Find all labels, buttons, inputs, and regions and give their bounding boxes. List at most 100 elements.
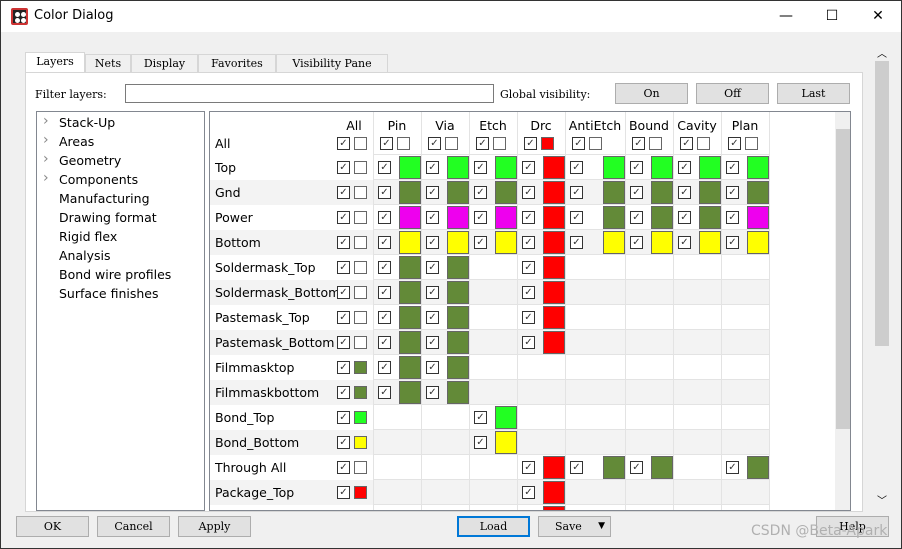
pin-color-swatch[interactable] [399,206,421,229]
bound-checkbox[interactable]: ✓ [630,186,643,199]
drc-checkbox[interactable]: ✓ [522,286,535,299]
tab-display[interactable]: Display [131,54,198,73]
plan-checkbox[interactable]: ✓ [726,161,739,174]
visibility-on-button[interactable]: On [615,83,688,104]
etch-color-swatch[interactable] [495,181,517,204]
via-checkbox[interactable]: ✓ [426,161,439,174]
pin-color-swatch[interactable] [399,181,421,204]
all-color-swatch[interactable] [354,436,367,449]
via-color-swatch[interactable] [447,231,469,254]
via-checkbox[interactable]: ✓ [426,186,439,199]
tree-item[interactable]: › Stack-Up [43,113,115,130]
cancel-button[interactable]: Cancel [97,516,170,537]
all-visibility-checkbox[interactable]: ✓ [337,161,350,174]
save-button[interactable]: Save ▼ [538,516,611,537]
drc-checkbox[interactable]: ✓ [522,161,535,174]
plan-checkbox[interactable]: ✓ [726,461,739,474]
antietch-checkbox[interactable]: ✓ [570,236,583,249]
cavity-color-swatch[interactable] [699,206,721,229]
maximize-button[interactable]: ☐ [809,1,855,32]
all-visibility-checkbox[interactable]: ✓ [337,211,350,224]
etch-checkbox[interactable]: ✓ [476,137,489,150]
close-button[interactable]: ✕ [855,1,901,32]
via-checkbox[interactable]: ✓ [426,386,439,399]
pin-checkbox[interactable]: ✓ [378,286,391,299]
cavity-checkbox[interactable]: ✓ [678,211,691,224]
all-visibility-checkbox[interactable]: ✓ [337,137,350,150]
drc-checkbox[interactable]: ✓ [522,336,535,349]
visibility-off-button[interactable]: Off [696,83,769,104]
via-color-swatch[interactable] [447,206,469,229]
all-visibility-checkbox[interactable]: ✓ [337,236,350,249]
tree-item[interactable]: › Geometry [43,151,121,168]
grid-scroll-thumb[interactable] [836,129,850,429]
tab-visibility-pane[interactable]: Visibility Pane [276,54,388,73]
tree-item[interactable]: Bond wire profiles [59,267,171,282]
pin-color-swatch[interactable] [399,331,421,354]
all-visibility-checkbox[interactable]: ✓ [337,286,350,299]
tree-item[interactable]: › Components [43,170,138,187]
etch-color-swatch[interactable] [495,206,517,229]
plan-color-swatch[interactable] [747,156,769,179]
drc-color-swatch[interactable] [543,456,565,479]
all-visibility-checkbox[interactable]: ✓ [337,386,350,399]
scroll-up-icon[interactable]: ︿ [877,45,887,60]
scroll-down-icon[interactable]: ﹀ [877,492,887,507]
bound-color-swatch[interactable] [651,456,673,479]
apply-button[interactable]: Apply [178,516,251,537]
pin-color-swatch[interactable] [397,137,410,150]
pin-checkbox[interactable]: ✓ [378,211,391,224]
drc-color-swatch[interactable] [543,331,565,354]
cavity-color-swatch[interactable] [699,156,721,179]
pin-color-swatch[interactable] [399,156,421,179]
via-checkbox[interactable]: ✓ [426,361,439,374]
via-color-swatch[interactable] [447,256,469,279]
all-color-swatch[interactable] [354,486,367,499]
all-color-swatch[interactable] [354,186,367,199]
antietch-color-swatch[interactable] [603,206,625,229]
pin-color-swatch[interactable] [399,281,421,304]
via-checkbox[interactable]: ✓ [426,286,439,299]
tree-item[interactable]: Rigid flex [59,229,117,244]
all-color-swatch[interactable] [354,336,367,349]
expand-arrow-icon[interactable]: › [43,113,49,129]
plan-color-swatch[interactable] [747,181,769,204]
antietch-checkbox[interactable]: ✓ [570,161,583,174]
all-visibility-checkbox[interactable]: ✓ [337,311,350,324]
tree-item[interactable]: Manufacturing [59,191,150,206]
expand-arrow-icon[interactable]: › [43,132,49,148]
load-button[interactable]: Load [457,516,530,537]
category-tree[interactable]: › Stack-Up › Areas › Geometry › Components Manuf… [36,111,205,511]
drc-color-swatch[interactable] [543,281,565,304]
pin-color-swatch[interactable] [399,306,421,329]
tab-layers[interactable]: Layers [25,52,85,74]
antietch-color-swatch[interactable] [603,456,625,479]
antietch-checkbox[interactable]: ✓ [572,137,585,150]
all-color-swatch[interactable] [354,361,367,374]
tab-nets[interactable]: Nets [85,54,131,73]
all-color-swatch[interactable] [354,211,367,224]
bound-color-swatch[interactable] [649,137,662,150]
drc-checkbox[interactable]: ✓ [524,137,537,150]
plan-color-swatch[interactable] [747,456,769,479]
etch-color-swatch[interactable] [493,137,506,150]
via-checkbox[interactable]: ✓ [426,211,439,224]
via-checkbox[interactable]: ✓ [426,311,439,324]
all-visibility-checkbox[interactable]: ✓ [337,461,350,474]
pin-checkbox[interactable]: ✓ [378,161,391,174]
grid-scrollbar[interactable] [835,112,850,510]
antietch-checkbox[interactable]: ✓ [570,211,583,224]
pin-color-swatch[interactable] [399,381,421,404]
etch-checkbox[interactable]: ✓ [474,411,487,424]
bound-checkbox[interactable]: ✓ [630,236,643,249]
via-color-swatch[interactable] [447,356,469,379]
dialog-scroll-thumb[interactable] [875,61,889,346]
antietch-checkbox[interactable]: ✓ [570,186,583,199]
drc-checkbox[interactable]: ✓ [522,211,535,224]
antietch-color-swatch[interactable] [603,231,625,254]
all-visibility-checkbox[interactable]: ✓ [337,336,350,349]
plan-checkbox[interactable]: ✓ [726,186,739,199]
drc-checkbox[interactable]: ✓ [522,261,535,274]
tab-favorites[interactable]: Favorites [198,54,276,73]
drc-checkbox[interactable]: ✓ [522,186,535,199]
